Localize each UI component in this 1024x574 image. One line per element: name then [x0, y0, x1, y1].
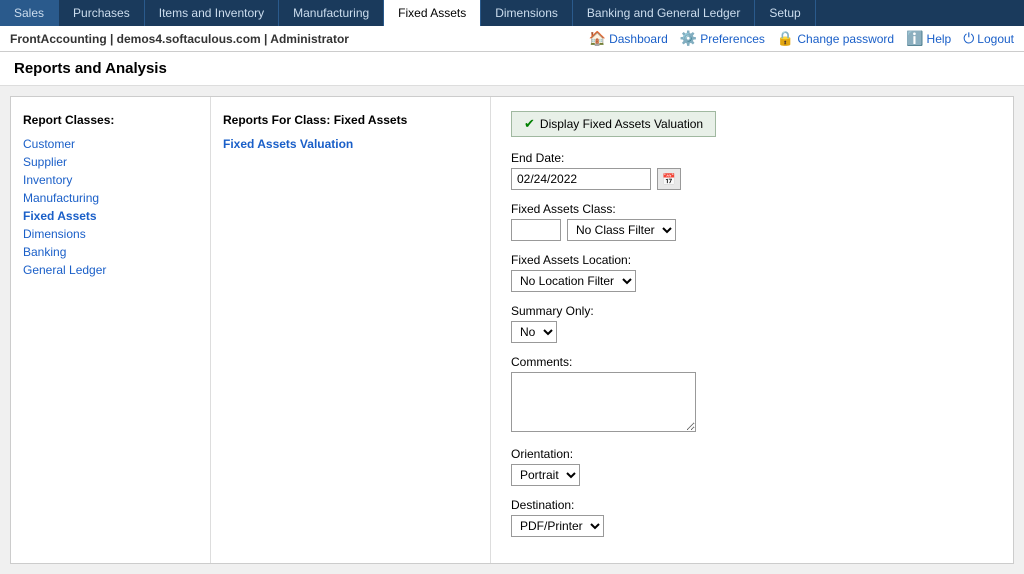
dashboard-link[interactable]: 🏠 Dashboard [589, 30, 668, 47]
top-navigation: Sales Purchases Items and Inventory Manu… [0, 0, 1024, 26]
destination-label: Destination: [511, 498, 993, 512]
end-date-label: End Date: [511, 151, 993, 165]
sidebar-item-inventory[interactable]: Inventory [23, 171, 198, 189]
sidebar-item-customer[interactable]: Customer [23, 135, 198, 153]
change-password-link[interactable]: 🔒 Change password [777, 30, 894, 47]
fixed-assets-location-group: Fixed Assets Location: No Location Filte… [511, 253, 993, 292]
nav-tab-manufacturing[interactable]: Manufacturing [279, 0, 384, 26]
fixed-assets-valuation-link[interactable]: Fixed Assets Valuation [223, 135, 478, 153]
end-date-row: 📅 [511, 168, 993, 190]
lock-icon: 🔒 [777, 30, 794, 47]
summary-only-select[interactable]: No [511, 321, 557, 343]
sidebar-item-general-ledger[interactable]: General Ledger [23, 261, 198, 279]
header-bar: FrontAccounting | demos4.softaculous.com… [0, 26, 1024, 52]
page-title: Reports and Analysis [0, 52, 1024, 86]
display-button[interactable]: ✔ Display Fixed Assets Valuation [511, 111, 716, 137]
report-classes-heading: Report Classes: [23, 113, 198, 127]
checkmark-icon: ✔ [524, 116, 535, 132]
dashboard-icon: 🏠 [589, 30, 606, 47]
preferences-icon: ⚙️ [680, 30, 697, 47]
fixed-assets-location-label: Fixed Assets Location: [511, 253, 993, 267]
comments-group: Comments: [511, 355, 993, 435]
class-filter-select[interactable]: No Class Filter [567, 219, 676, 241]
sidebar-item-supplier[interactable]: Supplier [23, 153, 198, 171]
sidebar-item-banking[interactable]: Banking [23, 243, 198, 261]
sidebar-item-manufacturing[interactable]: Manufacturing [23, 189, 198, 207]
fixed-assets-class-label: Fixed Assets Class: [511, 202, 993, 216]
nav-tab-banking-gl[interactable]: Banking and General Ledger [573, 0, 755, 26]
summary-only-group: Summary Only: No [511, 304, 993, 343]
orientation-select[interactable]: Portrait [511, 464, 580, 486]
reports-for-class-heading: Reports For Class: Fixed Assets [223, 113, 478, 127]
nav-tab-items-inventory[interactable]: Items and Inventory [145, 0, 279, 26]
sidebar-item-fixed-assets[interactable]: Fixed Assets [23, 207, 198, 225]
end-date-group: End Date: 📅 [511, 151, 993, 190]
calendar-button[interactable]: 📅 [657, 168, 681, 190]
orientation-label: Orientation: [511, 447, 993, 461]
nav-tab-purchases[interactable]: Purchases [59, 0, 145, 26]
nav-tab-setup[interactable]: Setup [755, 0, 815, 26]
comments-textarea[interactable] [511, 372, 696, 432]
nav-tab-dimensions[interactable]: Dimensions [481, 0, 573, 26]
destination-group: Destination: PDF/Printer [511, 498, 993, 537]
orientation-group: Orientation: Portrait [511, 447, 993, 486]
logout-link[interactable]: ⏻ Logout [963, 30, 1014, 47]
class-code-input[interactable] [511, 219, 561, 241]
class-row: No Class Filter [511, 219, 993, 241]
help-icon: ℹ️ [906, 30, 923, 47]
nav-tab-fixed-assets[interactable]: Fixed Assets [384, 0, 481, 26]
middle-section: Reports For Class: Fixed Assets Fixed As… [211, 97, 491, 563]
help-link[interactable]: ℹ️ Help [906, 30, 951, 47]
destination-select[interactable]: PDF/Printer [511, 515, 604, 537]
header-actions: 🏠 Dashboard ⚙️ Preferences 🔒 Change pass… [589, 30, 1014, 47]
location-filter-select[interactable]: No Location Filter [511, 270, 636, 292]
left-sidebar: Report Classes: Customer Supplier Invent… [11, 97, 211, 563]
right-panel: ✔ Display Fixed Assets Valuation End Dat… [491, 97, 1013, 563]
main-content: Report Classes: Customer Supplier Invent… [10, 96, 1014, 564]
comments-label: Comments: [511, 355, 993, 369]
preferences-link[interactable]: ⚙️ Preferences [680, 30, 765, 47]
site-info: FrontAccounting | demos4.softaculous.com… [10, 32, 349, 46]
summary-only-label: Summary Only: [511, 304, 993, 318]
sidebar-item-dimensions[interactable]: Dimensions [23, 225, 198, 243]
nav-tab-sales[interactable]: Sales [0, 0, 59, 26]
fixed-assets-class-group: Fixed Assets Class: No Class Filter [511, 202, 993, 241]
end-date-input[interactable] [511, 168, 651, 190]
logout-icon: ⏻ [963, 30, 974, 47]
